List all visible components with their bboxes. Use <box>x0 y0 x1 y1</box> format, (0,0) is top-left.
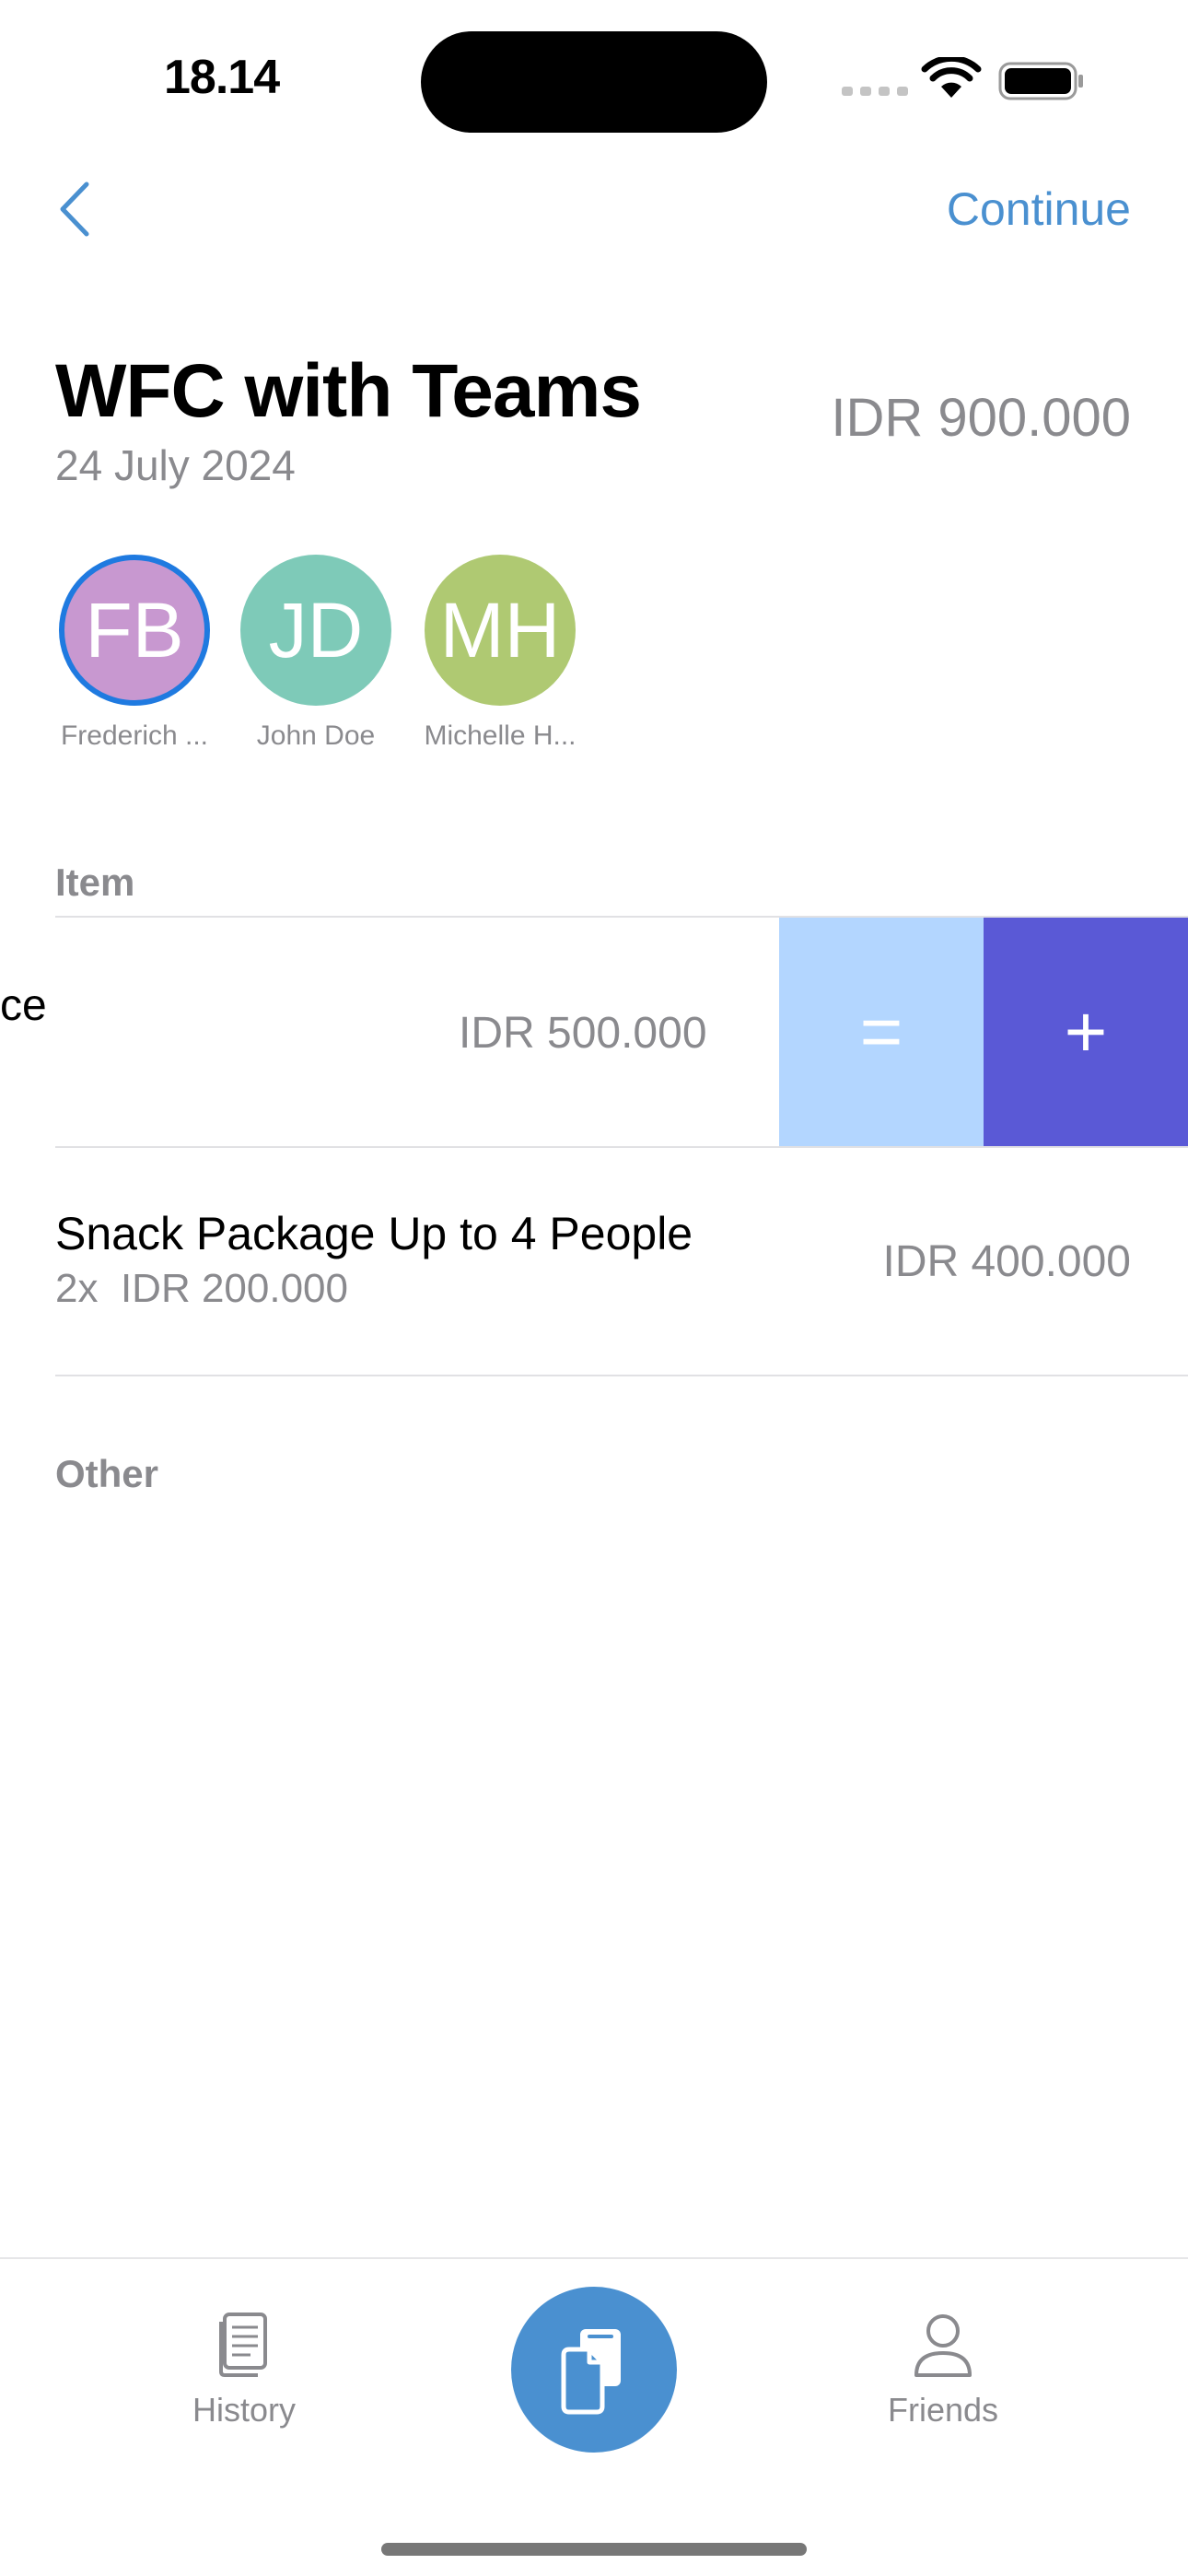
section-label-other: Other <box>55 1452 159 1495</box>
item-name-partial[interactable]: ce <box>0 980 47 1031</box>
avatar-participant-2[interactable]: JD <box>240 555 391 706</box>
split-equal-button[interactable]: = <box>779 918 984 1146</box>
participant-name: Michelle H... <box>424 720 577 751</box>
tab-history[interactable]: History <box>124 2311 364 2430</box>
plus-icon: + <box>1064 990 1108 1072</box>
home-indicator <box>381 2543 807 2556</box>
tab-friends[interactable]: Friends <box>823 2311 1063 2430</box>
tab-history-label: History <box>192 2391 296 2429</box>
item-name[interactable]: Snack Package Up to 4 People <box>55 1207 693 1260</box>
equal-icon: = <box>859 990 903 1072</box>
person-icon <box>914 2314 972 2377</box>
continue-button[interactable]: Continue <box>947 182 1131 236</box>
avatar-participant-3[interactable]: MH <box>425 555 576 706</box>
document-split-icon <box>561 2329 621 2415</box>
tab-friends-label: Friends <box>887 2391 999 2429</box>
item-qty: 2x <box>55 1266 99 1311</box>
avatar-participant-1[interactable]: FB <box>59 555 210 706</box>
wifi-icon <box>921 57 982 98</box>
participant-name: John Doe <box>256 720 376 751</box>
history-icon <box>219 2313 267 2377</box>
avatar-initials: MH <box>439 586 561 673</box>
item-price: IDR 500.000 <box>459 1009 707 1058</box>
item-price: IDR 400.000 <box>882 1237 1131 1286</box>
cellular-signal-icon <box>842 87 908 96</box>
divider <box>55 1146 1188 1148</box>
split-bill-tab-button[interactable] <box>511 2287 677 2453</box>
status-time: 18.14 <box>164 51 280 104</box>
item-quantity-line: 2x IDR 200.000 <box>55 1266 348 1312</box>
dynamic-island <box>421 31 767 133</box>
back-button[interactable] <box>52 177 98 241</box>
avatar-initials: FB <box>85 586 184 673</box>
page-title: WFC with Teams <box>55 349 642 433</box>
item-unit-price: IDR 200.000 <box>120 1266 348 1311</box>
avatar-initials: JD <box>268 586 364 673</box>
total-amount: IDR 900.000 <box>831 388 1131 448</box>
section-label-item: Item <box>55 861 135 904</box>
participant-name: Frederich ... <box>60 720 209 751</box>
battery-icon <box>998 62 1083 100</box>
tabbar-divider <box>0 2257 1188 2259</box>
add-split-button[interactable]: + <box>984 918 1188 1146</box>
page-date: 24 July 2024 <box>55 441 296 489</box>
divider <box>55 1375 1188 1376</box>
